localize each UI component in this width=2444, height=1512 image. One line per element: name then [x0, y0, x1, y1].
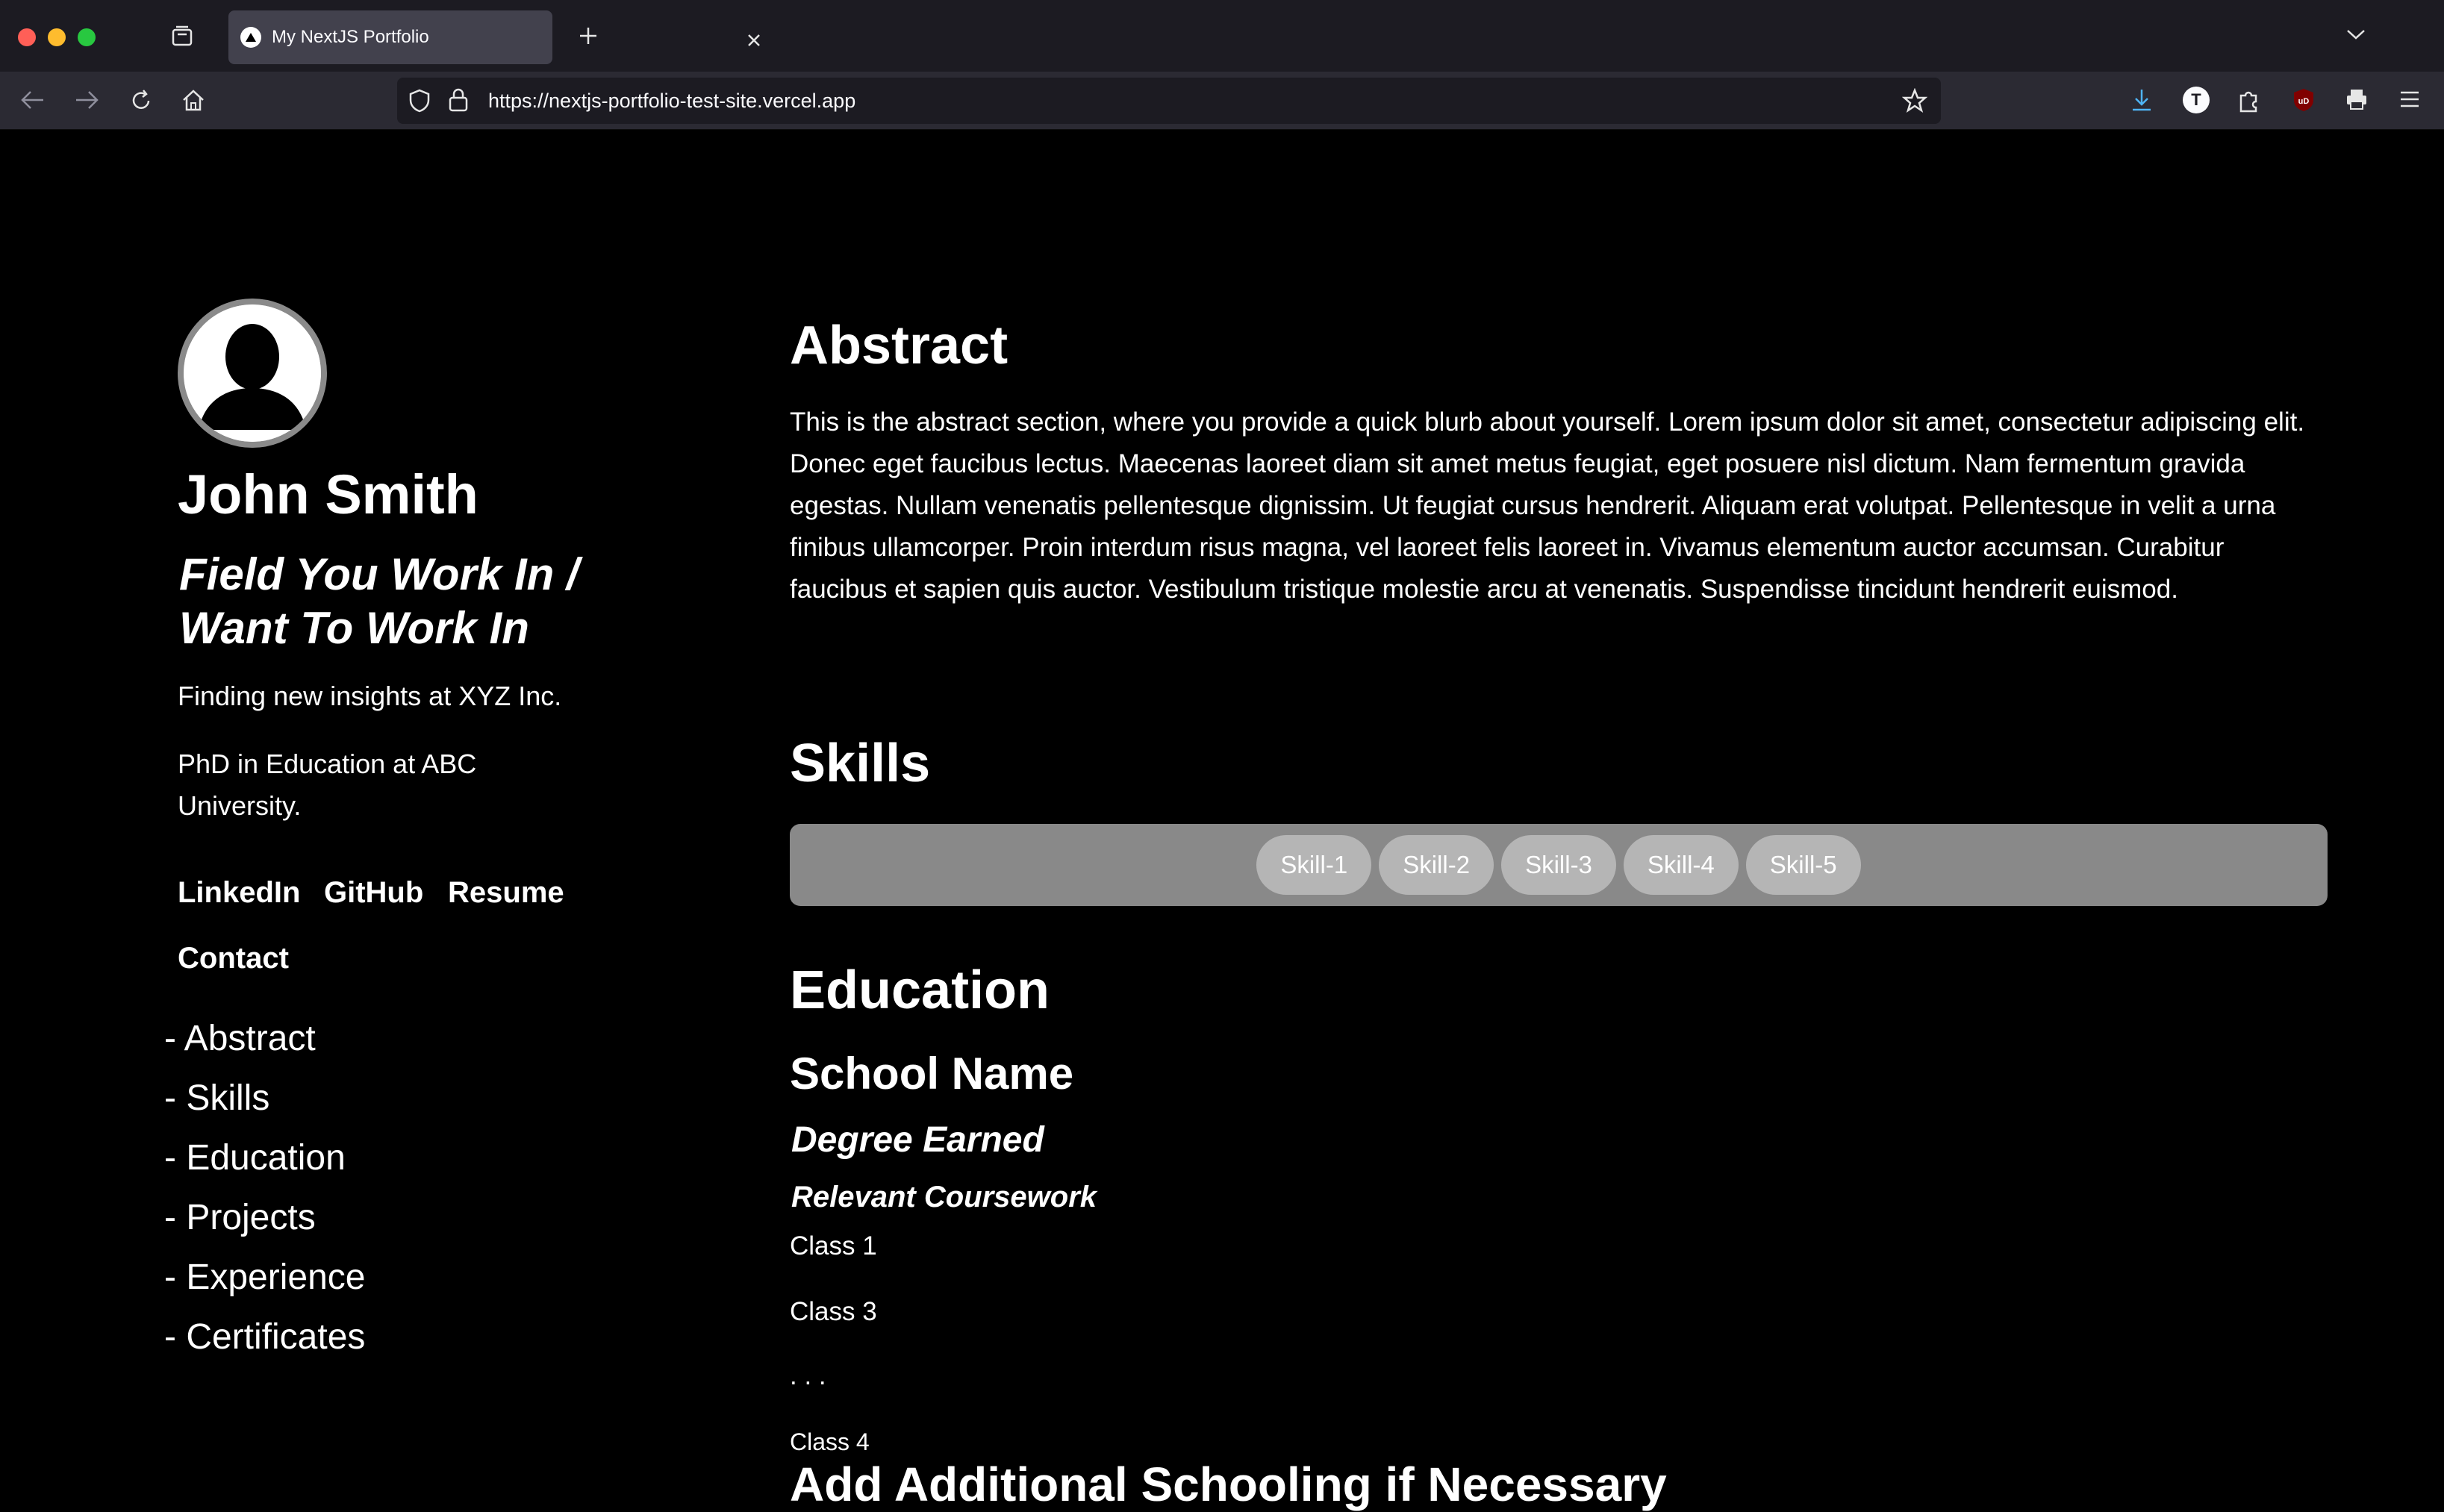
app-menu-hamburger-icon[interactable]	[2398, 88, 2422, 110]
degree-earned: Degree Earned	[791, 1120, 1044, 1160]
toc-item-education[interactable]: - Education	[164, 1137, 346, 1178]
extensions-puzzle-icon[interactable]	[2236, 87, 2262, 113]
skills-heading: Skills	[790, 734, 931, 793]
profile-field: Field You Work In / Want To Work In	[179, 549, 579, 653]
bookmark-star-icon[interactable]	[1902, 88, 1927, 113]
toc-item-certificates[interactable]: - Certificates	[164, 1316, 365, 1358]
downloads-icon[interactable]	[2129, 87, 2154, 113]
skills-container: Skill-1 Skill-2 Skill-3 Skill-4 Skill-5	[790, 824, 2328, 906]
list-all-tabs-chevron-down-icon[interactable]	[2345, 27, 2366, 42]
additional-schooling-heading: Add Additional Schooling if Necessary	[790, 1458, 1667, 1511]
url-text[interactable]: https://nextjs-portfolio-test-site.verce…	[488, 90, 855, 113]
skill-pill: Skill-1	[1256, 835, 1372, 895]
lock-icon[interactable]	[448, 87, 469, 113]
contact-link[interactable]: Contact	[178, 942, 289, 975]
skill-pill: Skill-2	[1379, 835, 1494, 895]
tab-overview-icon[interactable]	[170, 24, 194, 48]
forward-arrow-icon[interactable]	[73, 88, 100, 112]
window-close-button[interactable]	[18, 28, 36, 46]
skill-pill: Skill-5	[1745, 835, 1861, 895]
person-silhouette-icon	[184, 304, 321, 442]
skill-pill: Skill-4	[1623, 835, 1739, 895]
profile-current-role: Finding new insights at XYZ Inc.	[178, 681, 562, 711]
github-link[interactable]: GitHub	[324, 876, 423, 910]
profile-name: John Smith	[178, 463, 478, 525]
class-list-item: . . .	[790, 1361, 826, 1390]
class-list-item: Class 1	[790, 1231, 877, 1260]
vercel-favicon-icon	[240, 27, 261, 48]
url-bar[interactable]: https://nextjs-portfolio-test-site.verce…	[397, 78, 1941, 124]
printer-extension-icon[interactable]	[2344, 87, 2369, 112]
ublock-origin-icon[interactable]: uD	[2290, 87, 2317, 113]
home-icon[interactable]	[181, 88, 206, 113]
class-list-item: Class 3	[790, 1297, 877, 1326]
toc-item-skills[interactable]: - Skills	[164, 1078, 269, 1119]
tab-close-icon[interactable]	[746, 33, 761, 51]
avatar	[178, 299, 327, 448]
resume-link[interactable]: Resume	[448, 876, 564, 910]
account-initial: T	[2191, 90, 2201, 109]
account-avatar-icon[interactable]: T	[2183, 87, 2210, 113]
window-zoom-button[interactable]	[78, 28, 96, 46]
browser-nav-bar: https://nextjs-portfolio-test-site.verce…	[0, 72, 2444, 130]
abstract-heading: Abstract	[790, 316, 1009, 375]
back-arrow-icon[interactable]	[19, 88, 46, 112]
education-heading: Education	[790, 960, 1050, 1020]
coursework-heading: Relevant Coursework	[791, 1181, 1097, 1213]
reload-icon[interactable]	[128, 88, 154, 113]
school-name: School Name	[790, 1049, 1074, 1099]
tracking-protection-shield-icon[interactable]	[408, 88, 431, 113]
tab-title: My NextJS Portfolio	[272, 27, 429, 47]
class-list-item: Class 4	[790, 1428, 870, 1455]
page-viewport: John Smith Field You Work In / Want To W…	[0, 130, 2444, 1512]
tab-my-nextjs-portfolio[interactable]: My NextJS Portfolio	[228, 10, 760, 64]
profile-education: PhD in Education at ABC University.	[178, 749, 477, 821]
toc-item-projects[interactable]: - Projects	[164, 1197, 316, 1238]
new-tab-plus-icon[interactable]	[578, 25, 599, 46]
toc-item-abstract[interactable]: - Abstract	[164, 1018, 316, 1059]
window-minimize-button[interactable]	[48, 28, 66, 46]
abstract-text: This is the abstract section, where you …	[790, 407, 2305, 604]
linkedin-link[interactable]: LinkedIn	[178, 876, 300, 910]
toc-item-experience[interactable]: - Experience	[164, 1257, 365, 1298]
ublock-label: uD	[2298, 97, 2310, 106]
skill-pill: Skill-3	[1501, 835, 1616, 895]
browser-tab-bar: My NextJS Portfolio	[0, 0, 2444, 72]
